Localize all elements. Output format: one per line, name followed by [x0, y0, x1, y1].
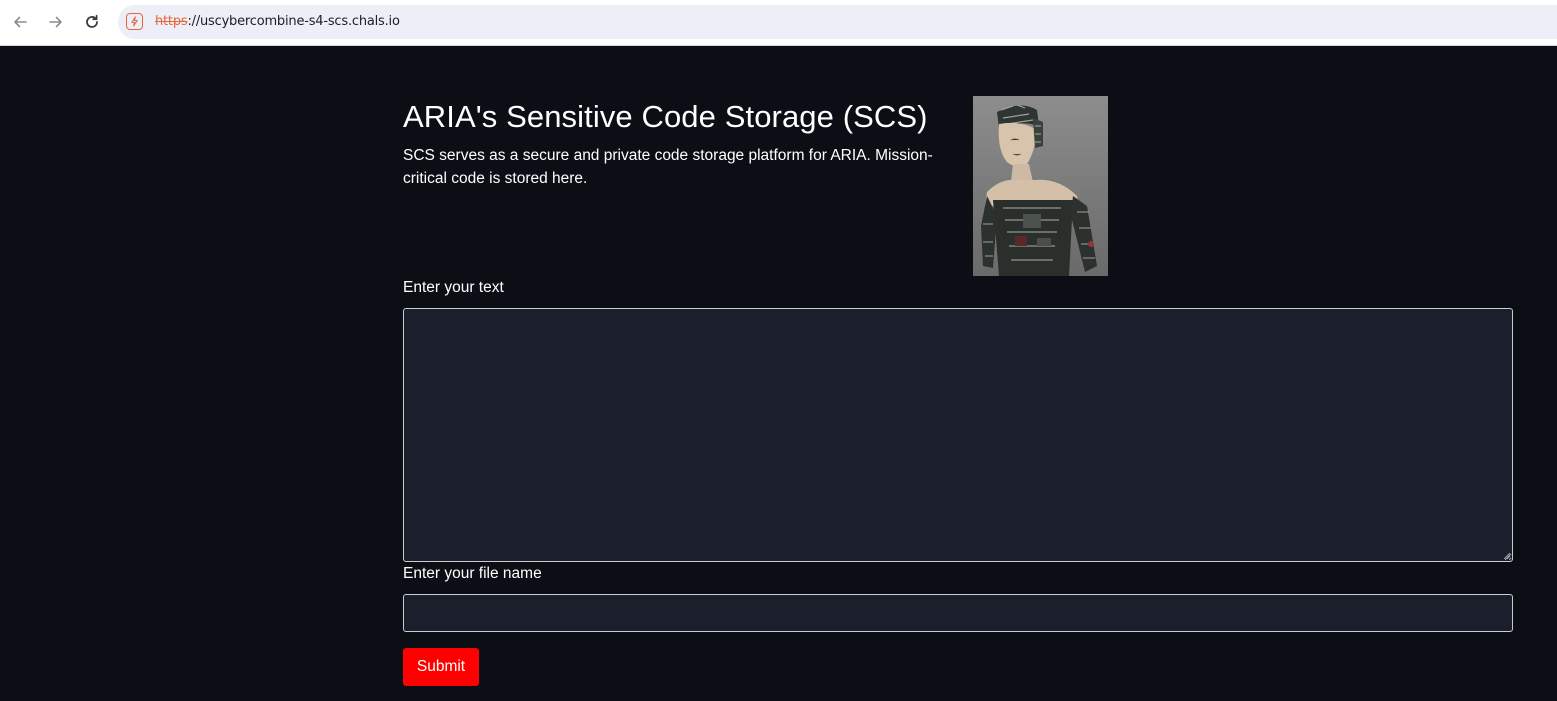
reload-icon[interactable] — [81, 11, 103, 33]
code-textarea[interactable] — [403, 308, 1513, 562]
page-title: ARIA's Sensitive Code Storage (SCS) — [403, 99, 928, 134]
arrow-right-icon[interactable] — [45, 11, 67, 33]
url-scheme: https — [155, 14, 188, 29]
url-text[interactable]: https://uscybercombine-s4-scs.chals.io — [155, 14, 400, 29]
insecure-site-icon[interactable] — [126, 13, 143, 30]
text-field-label: Enter your text — [403, 279, 504, 296]
resize-grip-icon[interactable] — [1501, 550, 1511, 560]
address-bar[interactable]: https://uscybercombine-s4-scs.chals.io — [118, 5, 1557, 39]
page-description: SCS serves as a secure and private code … — [403, 147, 933, 187]
browser-toolbar: https://uscybercombine-s4-scs.chals.io — [0, 0, 1557, 46]
arrow-left-icon[interactable] — [9, 11, 31, 33]
file-name-label: Enter your file name — [403, 565, 542, 582]
url-host: ://uscybercombine-s4-scs.chals.io — [187, 14, 400, 29]
file-name-input[interactable] — [403, 594, 1513, 632]
robot-image — [973, 96, 1108, 276]
submit-button[interactable]: Submit — [403, 648, 479, 686]
